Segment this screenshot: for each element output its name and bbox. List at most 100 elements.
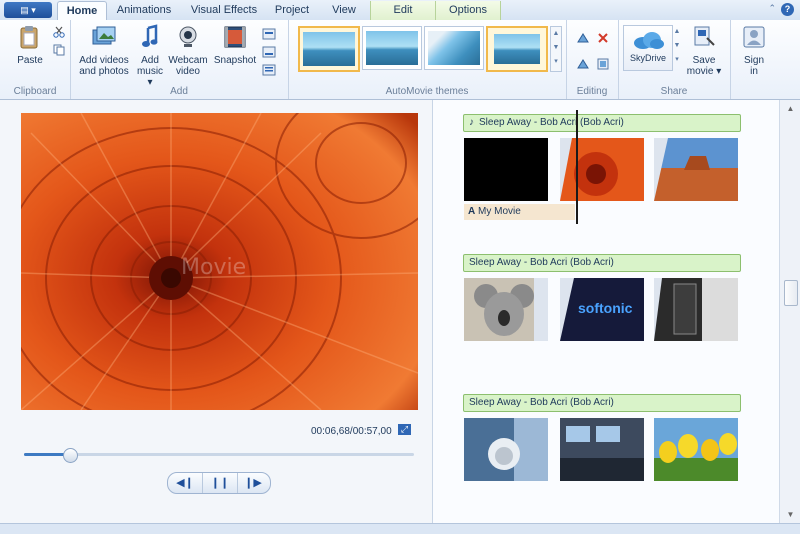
paste-label: Paste <box>17 55 43 66</box>
theme-thumbnail-4[interactable] <box>486 26 548 72</box>
save-movie-icon <box>694 26 715 46</box>
caption-label: My Movie <box>478 206 521 217</box>
ribbon-collapse-icon[interactable]: ⌃ <box>768 3 776 14</box>
sign-in-label-1: Sign <box>743 55 764 66</box>
meeting-room-thumbnail <box>560 418 644 481</box>
title-icon[interactable] <box>262 28 276 40</box>
share-scroll-arrows[interactable]: ▲ ▼ ▾ <box>673 25 681 69</box>
desert-thumbnail <box>654 138 738 201</box>
scroll-down-icon[interactable]: ▼ <box>786 510 795 519</box>
webcam-video-button[interactable]: Webcam video <box>168 24 208 77</box>
ribbon: Paste Clipboard Add videos and photos Ad… <box>0 20 800 100</box>
clipboard-group: Paste Clipboard <box>0 20 71 99</box>
clip-tulips[interactable] <box>654 418 738 481</box>
chrysanthemum-thumbnail <box>560 138 644 201</box>
rotate-left-icon[interactable] <box>576 32 590 44</box>
sign-in-icon <box>743 26 765 48</box>
add-music-label-2: music ▾ <box>136 66 164 88</box>
workspace: Movie 00:06,68/00:57,00 ⤢ ◀❙ ❙❙ ❙▶ ♪ Slee… <box>0 100 800 523</box>
timecode: 00:06,68/00:57,00 <box>311 426 392 437</box>
clip-chrysanthemum[interactable] <box>560 138 644 201</box>
music-track-1[interactable]: ♪ Sleep Away - Bob Acri (Bob Acri) <box>463 114 741 132</box>
tab-view[interactable]: View <box>322 1 366 20</box>
seek-thumb[interactable] <box>62 448 78 463</box>
fullscreen-icon[interactable]: ⤢ <box>398 424 411 435</box>
save-movie-button[interactable]: Save movie ▾ <box>684 24 724 77</box>
share-group-label: Share <box>660 86 688 97</box>
theme-thumbnail-1[interactable] <box>298 26 360 72</box>
music-track-3-label: Sleep Away - Bob Acri (Bob Acri) <box>469 397 614 408</box>
cut-icon[interactable] <box>52 26 66 38</box>
theme-thumbnail-2[interactable] <box>362 26 422 70</box>
add-group: Add videos and photos Add music ▾ Webcam… <box>70 20 289 99</box>
automovie-themes-label: AutoMovie themes <box>385 86 469 97</box>
preview-pane: Movie 00:06,68/00:57,00 ⤢ ◀❙ ❙❙ ❙▶ <box>0 100 433 523</box>
remove-icon[interactable] <box>596 32 610 44</box>
tab-options[interactable]: Options <box>435 1 501 20</box>
clip-black-title[interactable] <box>464 138 548 201</box>
snapshot-label: Snapshot <box>213 55 257 66</box>
music-track-3[interactable]: Sleep Away - Bob Acri (Bob Acri) <box>463 394 741 412</box>
themes-scroll-arrows[interactable]: ▲ ▼ ▾ <box>550 26 562 72</box>
caption-my-movie[interactable]: A My Movie <box>464 204 575 220</box>
paste-button[interactable]: Paste <box>10 24 50 66</box>
skydrive-button[interactable]: SkyDrive <box>623 25 673 71</box>
office-sign-thumbnail <box>654 278 738 341</box>
music-note-icon <box>142 24 158 47</box>
tab-visual-effects[interactable]: Visual Effects <box>186 1 262 20</box>
status-bar <box>0 523 800 534</box>
snapshot-icon <box>224 26 246 48</box>
add-music-button[interactable]: Add music ▾ <box>134 24 166 88</box>
share-group: SkyDrive ▲ ▼ ▾ Save movie ▾ Share <box>618 20 731 99</box>
theme-thumbnail-3[interactable] <box>424 26 484 70</box>
movie-watermark: Movie <box>181 255 247 280</box>
next-frame-button[interactable]: ❙▶ <box>236 473 270 493</box>
music-track-2-label: Sleep Away - Bob Acri (Bob Acri) <box>469 257 614 268</box>
scroll-up-icon[interactable]: ▲ <box>786 104 795 113</box>
caption-icon[interactable] <box>262 46 276 58</box>
scroll-thumb[interactable] <box>784 280 798 306</box>
seek-bar[interactable] <box>24 448 414 463</box>
clip-desert[interactable] <box>654 138 738 201</box>
add-videos-photos-icon <box>92 26 116 45</box>
tab-animations[interactable]: Animations <box>110 1 178 20</box>
clip-office-sign[interactable] <box>654 278 738 341</box>
application-menu-button[interactable]: ▤ ▾ <box>4 2 52 18</box>
sign-in-button[interactable]: Sign in <box>734 24 774 77</box>
credits-icon[interactable] <box>262 64 276 76</box>
clip-koala[interactable] <box>464 278 548 341</box>
tab-project[interactable]: Project <box>268 1 316 20</box>
add-group-label: Add <box>170 86 188 97</box>
next-frame-icon: ❙▶ <box>244 477 262 489</box>
storyboard-scrollbar[interactable]: ▲ ▼ <box>779 100 800 523</box>
help-button[interactable]: ? <box>781 3 794 16</box>
snapshot-button[interactable]: Snapshot <box>210 24 260 66</box>
add-videos-label-1: Add videos <box>79 55 129 66</box>
add-videos-label-2: and photos <box>79 66 129 77</box>
preview-video-frame[interactable]: Movie <box>21 113 418 410</box>
music-track-2[interactable]: Sleep Away - Bob Acri (Bob Acri) <box>463 254 741 272</box>
previous-frame-button[interactable]: ◀❙ <box>168 473 202 493</box>
webcam-icon <box>179 26 197 47</box>
tab-home[interactable]: Home <box>57 1 107 21</box>
clip-softonic[interactable]: softonic <box>560 278 644 341</box>
copy-icon[interactable] <box>52 44 66 56</box>
ribbon-tab-bar: ▤ ▾ Home Animations Visual Effects Proje… <box>0 0 800 21</box>
editing-group-label: Editing <box>576 86 608 97</box>
pause-button[interactable]: ❙❙ <box>202 473 238 493</box>
rotate-right-icon[interactable] <box>576 58 590 70</box>
clip-hanging-chair[interactable] <box>464 418 548 481</box>
playback-controls: ◀❙ ❙❙ ❙▶ <box>167 472 271 494</box>
app-menu-icon: ▤ ▾ <box>20 5 36 15</box>
playback-cursor[interactable] <box>576 110 578 224</box>
tulips-thumbnail <box>654 418 738 481</box>
skydrive-cloud-icon <box>634 32 664 49</box>
clip-meeting-room[interactable] <box>560 418 644 481</box>
select-all-icon[interactable] <box>596 58 610 70</box>
paste-icon <box>20 26 38 49</box>
music-track-1-label: Sleep Away - Bob Acri (Bob Acri) <box>479 117 624 128</box>
tab-edit[interactable]: Edit <box>370 1 436 20</box>
add-videos-photos-button[interactable]: Add videos and photos <box>76 24 132 77</box>
skydrive-label: SkyDrive <box>629 53 666 63</box>
previous-frame-icon: ◀❙ <box>176 477 194 489</box>
